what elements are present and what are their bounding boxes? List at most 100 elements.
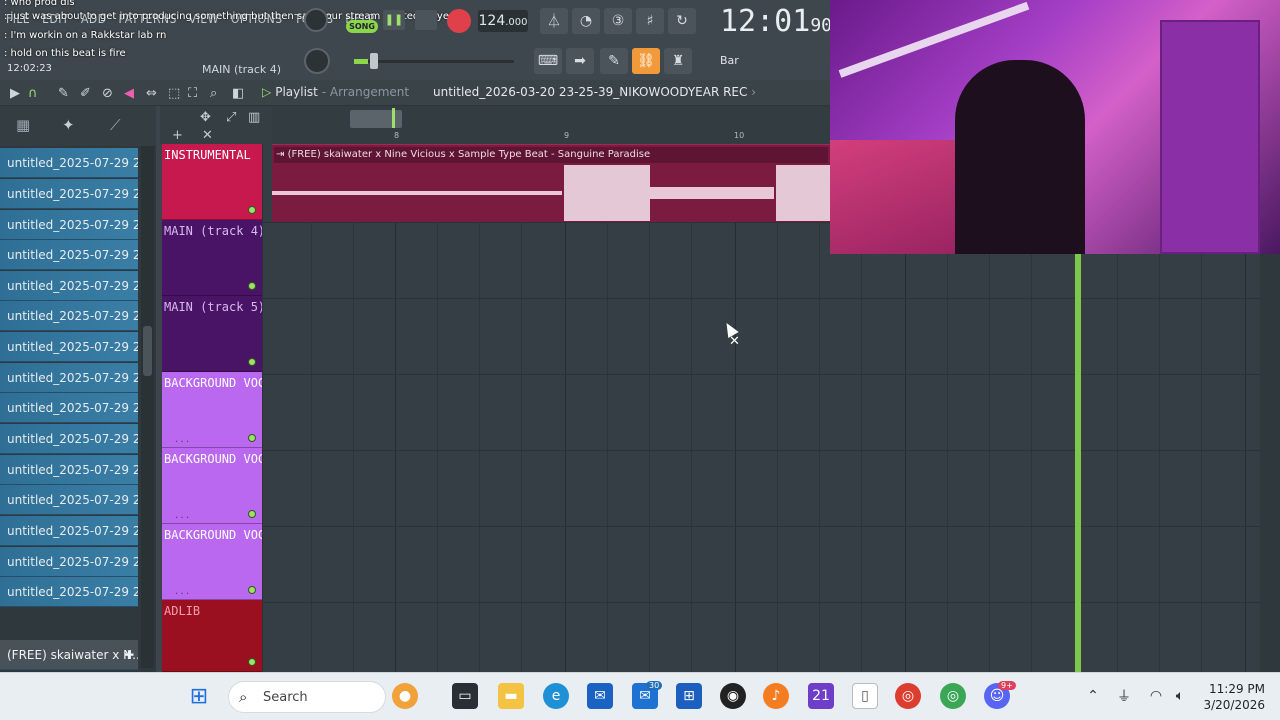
volume-icon[interactable]: 🔈︎ [1167,683,1193,709]
track-enable-led[interactable] [248,358,256,366]
slice-icon[interactable]: ⬚ [168,86,180,101]
browser-tool-icon[interactable]: ⟋ [110,116,121,134]
browser-item[interactable]: untitled_2025-07-29 21... [0,148,138,178]
slider-thumb[interactable] [370,53,378,69]
project-name: untitled_2026-03-20 23-25-39_NIKOWOODYEA… [433,85,756,99]
master-volume-knob[interactable] [304,48,330,74]
browser-wave-icon[interactable]: ✦ [62,116,75,134]
pencil-icon[interactable]: ✎ [58,86,69,101]
add-track-icon[interactable]: + [172,128,183,143]
taskbar-clock[interactable]: 11:29 PM 3/20/2026 [1195,681,1265,713]
track-header[interactable]: INSTRUMENTAL [162,144,262,220]
file-explorer-icon[interactable]: ▬ [498,683,524,709]
chrome-profile-icon[interactable]: ◎ [940,683,966,709]
audio-clip-title: ⇥ (FREE) skaiwater x Nine Vicious x Samp… [274,147,828,163]
file-icon[interactable]: ▯ [852,683,878,709]
stamp-icon[interactable]: ♜ [664,48,692,74]
link-icon[interactable]: ⛓ [632,48,660,74]
play-button[interactable]: ❚❚ [383,10,405,30]
browser-item[interactable]: untitled_2025-07-29 21... [0,577,138,607]
track-enable-led[interactable] [248,510,256,518]
chrome-icon[interactable]: ◎ [895,683,921,709]
browser-item-selected[interactable]: (FREE) skaiwater x N... ✚ [0,640,138,670]
store-icon[interactable]: ⊞ [676,683,702,709]
playhead[interactable] [1075,254,1081,672]
browser-item[interactable]: untitled_2025-07-29 21... [0,301,138,331]
track-enable-led[interactable] [248,282,256,290]
task-view-icon[interactable]: ▭ [452,683,478,709]
browser-item[interactable]: untitled_2025-07-29 21... [0,179,138,209]
chevron-up-icon[interactable]: ⌃ [1080,683,1106,709]
close-icon[interactable]: ✕ [202,128,213,143]
brush-icon[interactable]: ✎ [600,48,628,74]
browser-grid-icon[interactable]: ▦ [16,116,30,134]
tempo-display[interactable]: 124.000 [478,10,528,32]
track-enable-led[interactable] [248,434,256,442]
browser-item[interactable]: untitled_2025-07-29 21... [0,210,138,240]
outlook-icon[interactable]: ✉ [587,683,613,709]
wait-for-input-icon[interactable]: ◔ [572,8,600,34]
playlist-vertical-scrollbar[interactable] [1260,254,1280,672]
delete-icon[interactable]: ⊘ [102,86,113,101]
master-volume-slider[interactable] [354,53,514,69]
browser-item[interactable]: untitled_2025-07-29 21... [0,393,138,423]
track-name: BACKGROUND VOCAL [164,376,262,390]
track-header[interactable]: BACKGROUND VOCAL... [162,448,262,524]
windows-start-icon[interactable]: ⊞ [186,683,212,709]
browser-item[interactable]: untitled_2025-07-29 21... [0,547,138,577]
browser-scrollbar[interactable] [141,146,154,668]
track-enable-led[interactable] [248,206,256,214]
playback-icon[interactable]: ◧ [232,86,244,101]
typing-keyboard-icon[interactable]: ⌨ [534,48,562,74]
snap-select[interactable]: Bar [720,52,788,70]
zoom-icon[interactable]: ⌕ [210,86,217,101]
browser-item[interactable]: untitled_2025-07-29 21... [0,271,138,301]
track-enable-led[interactable] [248,658,256,666]
bar-number: 9 [564,131,570,140]
audio-clip[interactable]: ⇥ (FREE) skaiwater x Nine Vicious x Samp… [272,144,830,222]
loop-record-icon[interactable]: ↻ [668,8,696,34]
resize-icon[interactable]: ⤢ [226,110,236,125]
countdown-icon[interactable]: ③ [604,8,632,34]
play-arrow-icon[interactable]: ▶ [10,86,20,101]
paint-icon[interactable]: ✐ [80,86,91,101]
timeline-ruler[interactable]: 8 9 10 [272,106,830,144]
edge-icon[interactable]: e [543,683,569,709]
slip-icon[interactable]: ⇔ [146,86,157,101]
fl-studio-icon[interactable]: ♪ [763,683,789,709]
master-pitch-knob[interactable] [304,8,328,32]
track-header[interactable]: MAIN (track 4) [162,220,262,296]
grid-line [395,144,396,672]
grid-icon[interactable]: ▥ [248,110,260,125]
step-edit-icon[interactable]: ♯ [636,8,664,34]
wifi-icon[interactable]: ◠ [1143,683,1169,709]
track-header[interactable]: BACKGROUND VOCAL... [162,372,262,448]
widgets-icon[interactable]: ● [392,683,418,709]
select-icon[interactable]: ⛶ [188,86,197,101]
mute-icon[interactable]: ◀ [124,86,134,101]
browser-item[interactable]: untitled_2025-07-29 21... [0,424,138,454]
stop-button[interactable] [415,10,437,30]
browser-item[interactable]: untitled_2025-07-29 21... [0,332,138,362]
fl-21-icon[interactable]: 21 [808,683,834,709]
microphone-icon[interactable]: ⏚ [1111,683,1137,709]
track-header[interactable]: BACKGROUND VOCAL... [162,524,262,600]
obs-icon[interactable]: ◉ [720,683,746,709]
magnet-icon[interactable]: ∩ [28,86,38,101]
browser-scroll-thumb[interactable] [143,326,152,376]
browser-item[interactable]: untitled_2025-07-29 21... [0,516,138,546]
record-button[interactable] [447,9,471,33]
taskbar-search[interactable]: ⌕ Search [228,681,386,713]
browser-item[interactable]: untitled_2025-07-29 21... [0,485,138,515]
move-icon[interactable]: ✥ [200,110,211,125]
song-mode-toggle[interactable]: SONG [346,20,378,33]
browser-item[interactable]: untitled_2025-07-29 21... [0,455,138,485]
track-header[interactable]: ADLIB [162,600,262,672]
browser-item[interactable]: untitled_2025-07-29 21... [0,240,138,270]
browser-item[interactable]: untitled_2025-07-29 21... [0,363,138,393]
track-enable-led[interactable] [248,586,256,594]
track-header[interactable]: MAIN (track 5) [162,296,262,372]
playback-marker[interactable] [392,108,395,128]
arrow-right-icon[interactable]: ➡ [566,48,594,74]
metronome-icon[interactable]: ⏃ [540,8,568,34]
